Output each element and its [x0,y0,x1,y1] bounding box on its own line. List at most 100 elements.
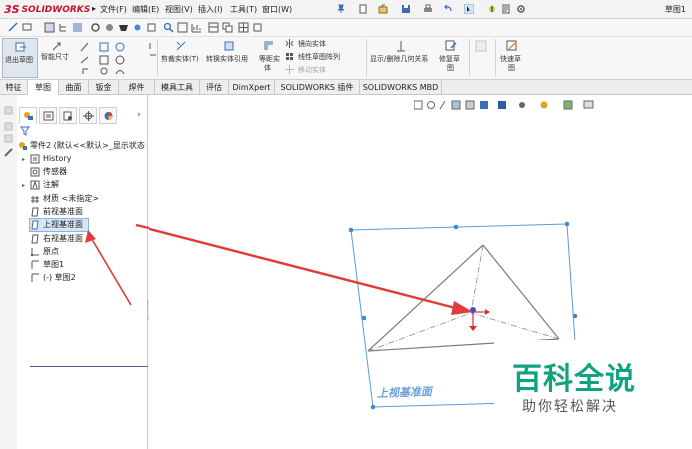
rebuild-icon[interactable] [487,4,497,14]
open-document-icon[interactable] [378,4,388,14]
view-settings-icon[interactable] [146,22,157,33]
file-properties-icon[interactable] [501,4,511,14]
display-style-icon[interactable] [72,22,83,33]
display-pie-icon [104,112,113,120]
relations-icon [397,41,405,52]
expand-arrow-icon[interactable]: ▸ [22,156,25,163]
sketch-entities-tool-grid[interactable] [80,41,140,75]
measure-icon[interactable] [177,22,188,33]
watermark: 百科全说 助你轻松解决 [494,340,666,422]
sketch-triangle[interactable] [367,244,560,352]
feature-manager-tab[interactable] [19,107,37,124]
hide-show-icon[interactable] [104,22,115,33]
mirror-entities-icon [285,39,294,48]
exit-sketch-icon [15,42,26,52]
tab-mold-tools[interactable]: 模具工具 [155,80,200,95]
configuration-manager-tab[interactable] [59,107,77,124]
menu-bar: 3S SOLIDWORKS ▸ 文件(F) 编辑(E) 视图(V) 插入(I) … [0,0,692,19]
frame-icon[interactable] [252,22,263,33]
feature-tree-icon [24,112,33,120]
print-icon[interactable] [423,4,433,14]
plane-label: 上视基准面 [377,385,434,400]
menu-tools[interactable]: 工具(T) [230,4,257,15]
smart-dimension-button[interactable]: 智能尺寸 [40,38,74,78]
origin-icon [30,248,39,257]
menu-insert[interactable]: 插入(I) [198,4,223,15]
copy-icon[interactable] [222,22,233,33]
separator [469,39,470,77]
tab-features[interactable]: 特征 [0,80,28,95]
resources-icon[interactable] [3,121,14,132]
chevron-right-icon[interactable]: › [137,110,141,120]
tab-solidworks-mbd[interactable]: SOLIDWORKS MBD [360,80,442,95]
chart-icon[interactable] [191,22,202,33]
home-icon[interactable] [3,105,14,116]
section-icon[interactable] [44,22,55,33]
task-icon-strip [0,95,17,449]
new-document-icon[interactable] [358,4,368,14]
linear-sketch-pattern-button[interactable]: 线性草图阵列 [285,51,355,62]
mirror-entities-button[interactable]: 镜向实体 [285,38,355,49]
expand-arrow-icon[interactable]: ▸ [22,182,25,189]
zoom-icon[interactable] [163,22,174,33]
watermark-title: 百科全说 [512,362,636,397]
property-manager-tab[interactable] [39,107,57,124]
tab-solidworks-addins[interactable]: SOLIDWORKS 插件 [275,80,360,95]
tab-surfaces[interactable]: 曲面 [59,80,89,95]
layout-icon[interactable] [208,22,219,33]
solidworks-logo[interactable]: 3S SOLIDWORKS [4,2,90,17]
sketch-entity-icon[interactable] [22,22,33,33]
convert-entities-icon [224,41,234,51]
dimxpert-manager-tab[interactable] [79,107,97,124]
display-delete-relations-button[interactable]: 显示/删除几何关系 [368,38,434,78]
undo-icon[interactable] [443,4,453,14]
appearance-icon[interactable] [118,22,129,33]
menu-edit[interactable]: 编辑(E) [132,4,159,15]
separator [366,39,367,77]
scene-icon[interactable] [132,22,143,33]
menu-window[interactable]: 窗口(W) [262,4,292,15]
options-gear-icon[interactable] [516,4,526,14]
separator [495,39,496,77]
menu-file[interactable]: 文件(F) [100,4,127,15]
tab-sketch[interactable]: 草图 [28,80,59,95]
menu-view[interactable]: 视图(V) [165,4,193,15]
grid-icon[interactable] [238,22,249,33]
display-manager-tab[interactable] [99,107,117,124]
trim-entities-icon [176,41,186,51]
filter-icon[interactable] [20,126,30,136]
trim-entities-button[interactable]: 剪裁实体(T) [160,38,204,78]
menu-expand-icon[interactable]: ▸ [92,4,96,13]
library-icon[interactable] [3,133,14,144]
shaded-sketch-contours-icon[interactable] [475,40,487,52]
tab-weldments[interactable]: 焊件 [119,80,155,95]
select-arrow-icon[interactable] [464,4,474,14]
move-entities-button[interactable]: 移动实体 [285,64,355,75]
tab-sheet-metal[interactable]: 钣金 [89,80,119,95]
tree-icon[interactable] [58,22,69,33]
exit-sketch-button[interactable]: 退出草图 [2,38,38,78]
part-icon [19,142,27,150]
separator [157,39,158,77]
rapid-sketch-button[interactable]: 快速草 图 [498,38,526,78]
rollback-bar[interactable] [30,366,148,367]
sketch-icon [31,273,39,282]
linear-pattern-icon [286,53,293,60]
save-icon[interactable] [401,4,411,14]
tab-evaluate[interactable]: 评估 [200,80,229,95]
repair-sketch-button[interactable]: 修复草 图 [436,38,466,78]
offset-entities-button[interactable]: 等距实 体 [254,38,284,78]
plane-icon [31,220,39,230]
sketch-tool-icon[interactable] [8,22,19,33]
appearances-icon[interactable] [3,147,14,158]
command-manager: 退出草图 智能尺寸 剪裁实体(T) 转换实体引用 等距实 体 镜向实体 线性草图… [0,37,692,80]
convert-entities-button[interactable]: 转换实体引用 [204,38,254,78]
pin-icon[interactable] [336,4,346,14]
settings-gear-icon[interactable] [90,22,101,33]
annotation-arrows [149,227,473,315]
repair-sketch-icon [445,40,457,51]
tab-dimxpert[interactable]: DimXpert [229,80,275,95]
sketch-quick-toolbar [0,19,692,37]
sketch-icon [31,260,39,269]
origin-triad [469,307,490,331]
